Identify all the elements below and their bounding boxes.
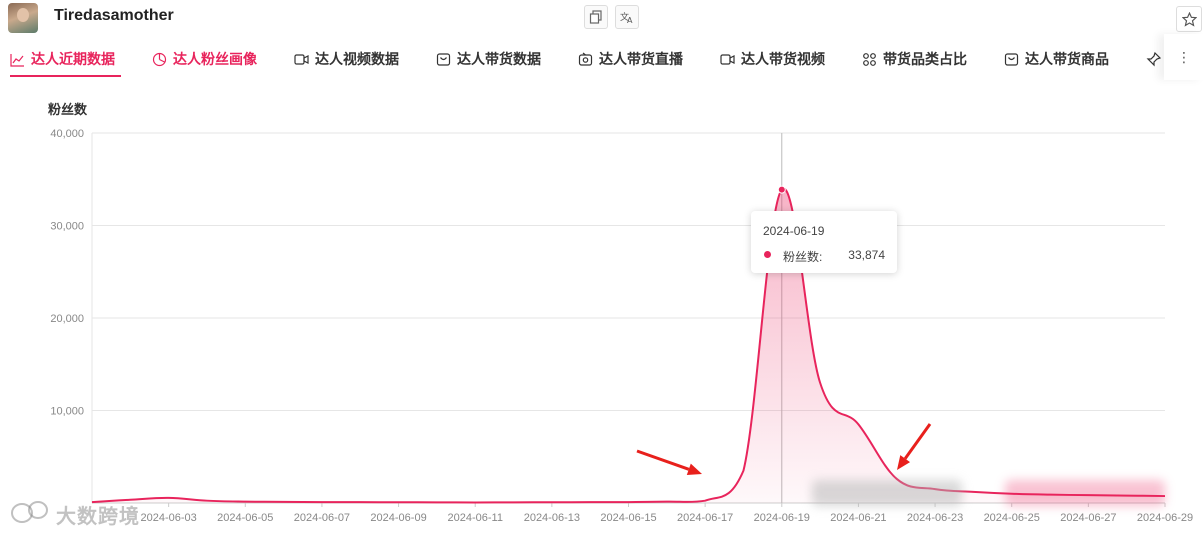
blurred-overlay [1005, 480, 1165, 506]
y-tick-label: 40,000 [50, 128, 84, 140]
x-tick-label: 2024-06-23 [907, 512, 963, 524]
series-line [91, 187, 1166, 504]
y-tick-label: 30,000 [50, 221, 84, 233]
y-tick-label: 10,000 [50, 406, 84, 418]
follower-chart: 40,000 30,000 20,000 10,000 2024-06-03 2024-0… [50, 128, 1193, 524]
x-tick-label: 2024-06-21 [830, 512, 886, 524]
tooltip-value: 33,874 [848, 248, 885, 262]
tooltip-series-dot [764, 251, 771, 258]
watermark-logo-icon [11, 501, 48, 523]
tooltip-date: 2024-06-19 [763, 224, 825, 238]
x-tick-label: 2024-06-27 [1060, 512, 1116, 524]
x-tick-label: 2024-06-05 [217, 512, 273, 524]
tooltip-label: 粉丝数: [783, 250, 823, 264]
watermark: 大数跨境 [56, 506, 140, 528]
x-tick-label: 2024-06-29 [1137, 512, 1193, 524]
annotation-arrow [636, 449, 702, 475]
blurred-overlay [812, 480, 962, 506]
annotation-arrow [897, 423, 932, 470]
x-tick-label: 2024-06-13 [524, 512, 580, 524]
x-tick-label: 2024-06-17 [677, 512, 733, 524]
x-tick-label: 2024-06-15 [600, 512, 656, 524]
x-tick-label: 2024-06-09 [370, 512, 426, 524]
x-tick-label: 2024-06-11 [447, 512, 502, 524]
highlight-point[interactable] [777, 185, 786, 194]
chart-tooltip: 2024-06-19 粉丝数: 33,874 [751, 211, 897, 273]
x-tick-label: 2024-06-19 [754, 512, 810, 524]
x-tick-label: 2024-06-07 [294, 512, 350, 524]
series-area [92, 188, 1165, 503]
y-tick-label: 20,000 [50, 313, 84, 325]
x-tick-label: 2024-06-25 [984, 512, 1040, 524]
x-tick-label: 2024-06-03 [141, 512, 197, 524]
